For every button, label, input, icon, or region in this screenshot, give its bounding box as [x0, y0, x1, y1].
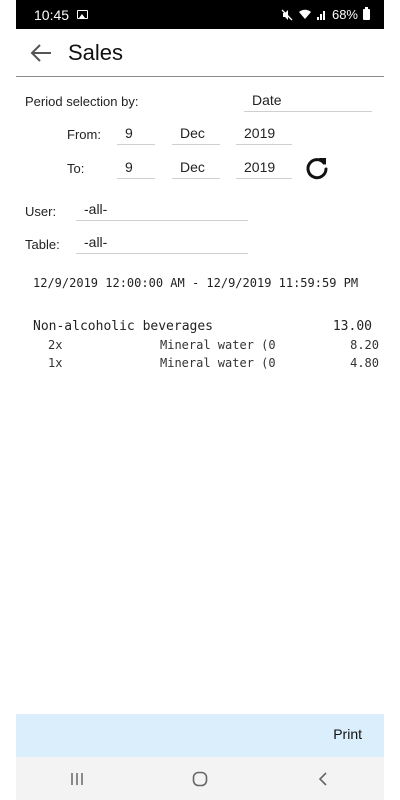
recent-apps-button[interactable] [57, 764, 97, 794]
user-select[interactable]: -all- [76, 199, 248, 221]
item-quantity: 2x [48, 338, 63, 352]
status-bar: 10:45 68% [16, 0, 384, 29]
wifi-icon [298, 9, 311, 19]
refresh-button[interactable] [304, 155, 330, 181]
mute-icon [281, 9, 293, 20]
status-time: 10:45 [34, 6, 70, 23]
category-name: Non-alcoholic beverages [33, 319, 214, 334]
battery-percentage: 68% [331, 7, 358, 22]
arrow-left-icon [30, 43, 51, 62]
item-name: Mineral water (0 [160, 338, 276, 352]
system-nav-bar [16, 757, 384, 800]
to-label: To: [67, 161, 85, 176]
image-notification-icon [77, 10, 89, 19]
to-year-field[interactable]: 2019 [236, 157, 292, 179]
app-bar: Sales [16, 29, 384, 77]
refresh-icon [306, 158, 328, 180]
table-label: Table: [25, 237, 60, 252]
back-button[interactable] [24, 36, 58, 70]
sale-item-row: 1x Mineral water (0 4.80 [48, 356, 379, 370]
battery-icon [363, 7, 370, 20]
category-row: Non-alcoholic beverages 13.00 [33, 319, 372, 334]
chevron-left-icon [318, 771, 327, 786]
from-day-field[interactable]: 9 [117, 123, 155, 145]
from-label: From: [67, 127, 101, 142]
sale-item-row: 2x Mineral water (0 8.20 [48, 338, 379, 352]
item-name: Mineral water (0 [160, 356, 276, 370]
report-date-range: 12/9/2019 12:00:00 AM - 12/9/2019 11:59:… [33, 276, 359, 290]
to-month-field[interactable]: Dec [172, 157, 220, 179]
sales-screen: 10:45 68% Sales Period selection by: Dat… [0, 0, 400, 800]
home-icon [192, 771, 208, 786]
to-day-field[interactable]: 9 [117, 157, 155, 179]
period-mode-select[interactable]: Date [244, 90, 372, 112]
item-price: 4.80 [350, 356, 379, 370]
table-select[interactable]: -all- [76, 232, 248, 254]
item-quantity: 1x [48, 356, 63, 370]
from-month-field[interactable]: Dec [172, 123, 220, 145]
recent-apps-icon [71, 772, 84, 785]
home-button[interactable] [180, 764, 220, 794]
print-button[interactable]: Print [333, 726, 362, 742]
from-year-field[interactable]: 2019 [236, 123, 292, 145]
back-nav-button[interactable] [303, 764, 343, 794]
page-title: Sales [68, 39, 124, 65]
user-label: User: [25, 204, 57, 219]
signal-icon [316, 11, 325, 20]
category-total: 13.00 [332, 319, 372, 334]
period-selection-label: Period selection by: [25, 94, 139, 109]
item-price: 8.20 [350, 338, 379, 352]
print-bar: Print [16, 714, 384, 757]
